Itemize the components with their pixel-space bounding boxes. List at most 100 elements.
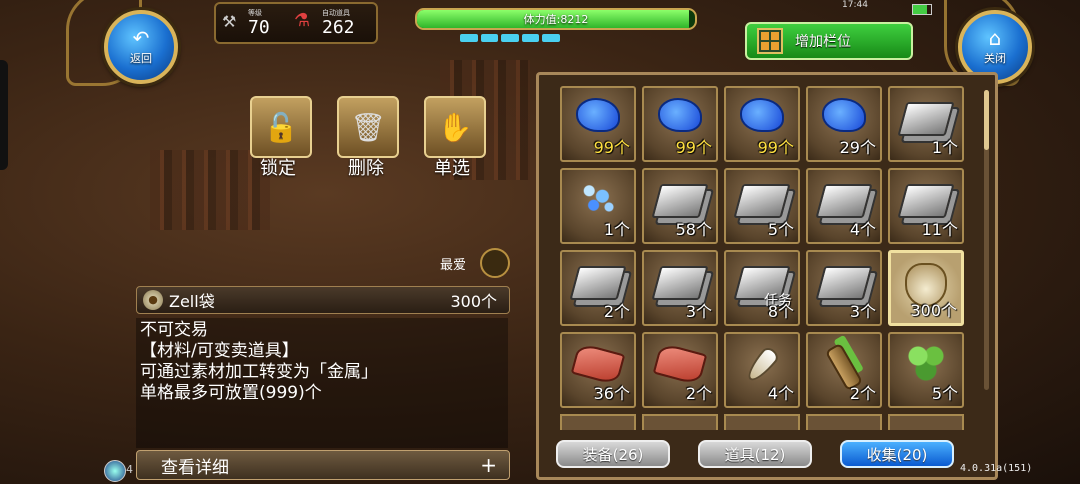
inventory-slot[interactable]: 11个 <box>888 168 964 244</box>
inventory-slot[interactable]: 2个 <box>560 250 636 326</box>
hand-pick-icon: ✋ <box>437 110 473 144</box>
slot-quantity: 2个 <box>603 302 630 321</box>
blue-stone-icon <box>822 98 866 132</box>
wrench-icon: ⚒ <box>222 12 237 31</box>
home-icon: ⌂ <box>988 26 1002 50</box>
inventory-grid: 99个 99个 99个 29个 1个 1个 58个 5个 4个 11个 2个 3个 任务 8个 3个 300个… <box>560 86 970 408</box>
blue-stone-icon <box>658 98 702 132</box>
herb-leaf-icon <box>906 344 946 384</box>
silver-ingot-icon <box>815 184 873 218</box>
description-line: 不可交易 <box>140 320 208 340</box>
potion-icon: ⚗ <box>294 10 311 31</box>
delete-button[interactable]: 🗑 <box>337 96 399 158</box>
inventory-slot[interactable]: 2个 <box>642 332 718 408</box>
description-line: 【材料/可变卖道具】 <box>140 341 299 361</box>
slot-quantity: 4个 <box>849 220 876 239</box>
silver-ingot-icon <box>733 184 791 218</box>
slot-quantity: 3个 <box>849 302 876 321</box>
delete-label: 删除 <box>348 158 384 179</box>
inventory-slot[interactable]: 300个 <box>888 250 964 326</box>
single-select-label: 单选 <box>434 158 470 179</box>
slot-quantity: 99个 <box>593 138 630 157</box>
blue-shards-icon <box>576 180 620 216</box>
stamina-text: 体力值:8212 <box>523 13 589 26</box>
item-name: Zell袋 <box>169 292 215 311</box>
slot-quantity: 2个 <box>849 384 876 403</box>
inventory-slot[interactable]: 36个 <box>560 332 636 408</box>
stamina-bar: 体力值:8212 <box>415 8 697 30</box>
description-line: 单格最多可放置(999)个 <box>140 383 322 403</box>
favorite-toggle[interactable] <box>480 248 510 278</box>
back-arrow-icon: ↶ <box>132 26 150 50</box>
slot-quantity: 2个 <box>685 384 712 403</box>
inventory-slot[interactable]: 99个 <box>560 86 636 162</box>
grid-icon <box>757 28 783 54</box>
view-details-label: 查看详细 <box>161 457 229 478</box>
inventory-slot[interactable]: 99个 <box>642 86 718 162</box>
slot-quantity: 8个 <box>767 302 794 321</box>
inventory-slot[interactable]: 任务 8个 <box>724 250 800 326</box>
slot-quantity: 1个 <box>603 220 630 239</box>
tab-collection-label: 收集(20) <box>866 445 928 464</box>
tab-items[interactable]: 道具(12) <box>698 440 812 468</box>
silver-ingot-icon <box>815 266 873 300</box>
item-detail-header: ● Zell袋 300个 <box>136 286 510 314</box>
trash-icon: 🗑 <box>350 110 386 144</box>
back-label: 返回 <box>130 52 152 65</box>
screen-edge <box>0 60 8 170</box>
inventory-slot[interactable]: 99个 <box>724 86 800 162</box>
slot-quantity: 300个 <box>910 301 957 320</box>
padlock-icon: 🔓 <box>263 110 299 144</box>
blue-stone-icon <box>576 98 620 132</box>
silver-ingot-icon <box>651 266 709 300</box>
single-select-button[interactable]: ✋ <box>424 96 486 158</box>
inventory-slot[interactable]: 5个 <box>888 332 964 408</box>
inventory-next-row <box>560 414 964 430</box>
slot-quantity: 3个 <box>685 302 712 321</box>
inventory-slot[interactable]: 4个 <box>724 332 800 408</box>
slot-quantity: 5个 <box>931 384 958 403</box>
item-count: 300个 <box>450 292 497 311</box>
inventory-slot[interactable]: 1个 <box>888 86 964 162</box>
inventory-slot[interactable]: 29个 <box>806 86 882 162</box>
description-line: 可通过素材加工转变为「金属」 <box>140 362 378 382</box>
slot-quantity: 29个 <box>839 138 876 157</box>
tab-equipment-label: 装备(26) <box>582 445 644 464</box>
close-label: 关闭 <box>984 52 1006 65</box>
corner-number: 4 <box>126 463 133 476</box>
inventory-slot[interactable]: 3个 <box>642 250 718 326</box>
blue-stone-icon <box>740 98 784 132</box>
favorite-label: 最爱 <box>440 258 467 273</box>
slot-quantity: 58个 <box>675 220 712 239</box>
lock-button[interactable]: 🔓 <box>250 96 312 158</box>
silver-ingot-icon <box>897 184 955 218</box>
slot-quantity: 4个 <box>767 384 794 403</box>
slot-quantity: 11个 <box>921 220 958 239</box>
tab-collection[interactable]: 收集(20) <box>840 440 954 468</box>
slot-quantity: 36个 <box>593 384 630 403</box>
globe-icon <box>104 460 126 482</box>
view-details-button[interactable]: 查看详细 + <box>136 450 510 480</box>
version-text: 4.0.31a(151) <box>960 463 1033 474</box>
inventory-slot[interactable]: 5个 <box>724 168 800 244</box>
silver-ingot-icon <box>651 184 709 218</box>
add-slot-button[interactable]: 增加栏位 <box>745 22 913 60</box>
energy-segments <box>460 34 560 42</box>
slot-quantity: 1个 <box>931 138 958 157</box>
silver-ingot-icon <box>897 102 955 136</box>
inventory-slot[interactable]: 2个 <box>806 332 882 408</box>
tab-items-label: 道具(12) <box>724 445 786 464</box>
silver-ingot-icon <box>569 266 627 300</box>
back-button[interactable]: ↶ 返回 <box>104 10 178 84</box>
item-description: 不可交易 【材料/可变卖道具】 可通过素材加工转变为「金属」 单格最多可放置(9… <box>136 318 508 448</box>
inventory-slot[interactable]: 58个 <box>642 168 718 244</box>
inventory-slot[interactable]: 1个 <box>560 168 636 244</box>
slot-quantity: 99个 <box>757 138 794 157</box>
tab-equipment[interactable]: 装备(26) <box>556 440 670 468</box>
bag-icon: ● <box>143 290 163 310</box>
slot-quantity: 99个 <box>675 138 712 157</box>
add-slot-label: 增加栏位 <box>795 34 851 50</box>
inventory-slot[interactable]: 3个 <box>806 250 882 326</box>
inventory-slot[interactable]: 4个 <box>806 168 882 244</box>
inventory-scrollbar[interactable] <box>984 90 989 390</box>
